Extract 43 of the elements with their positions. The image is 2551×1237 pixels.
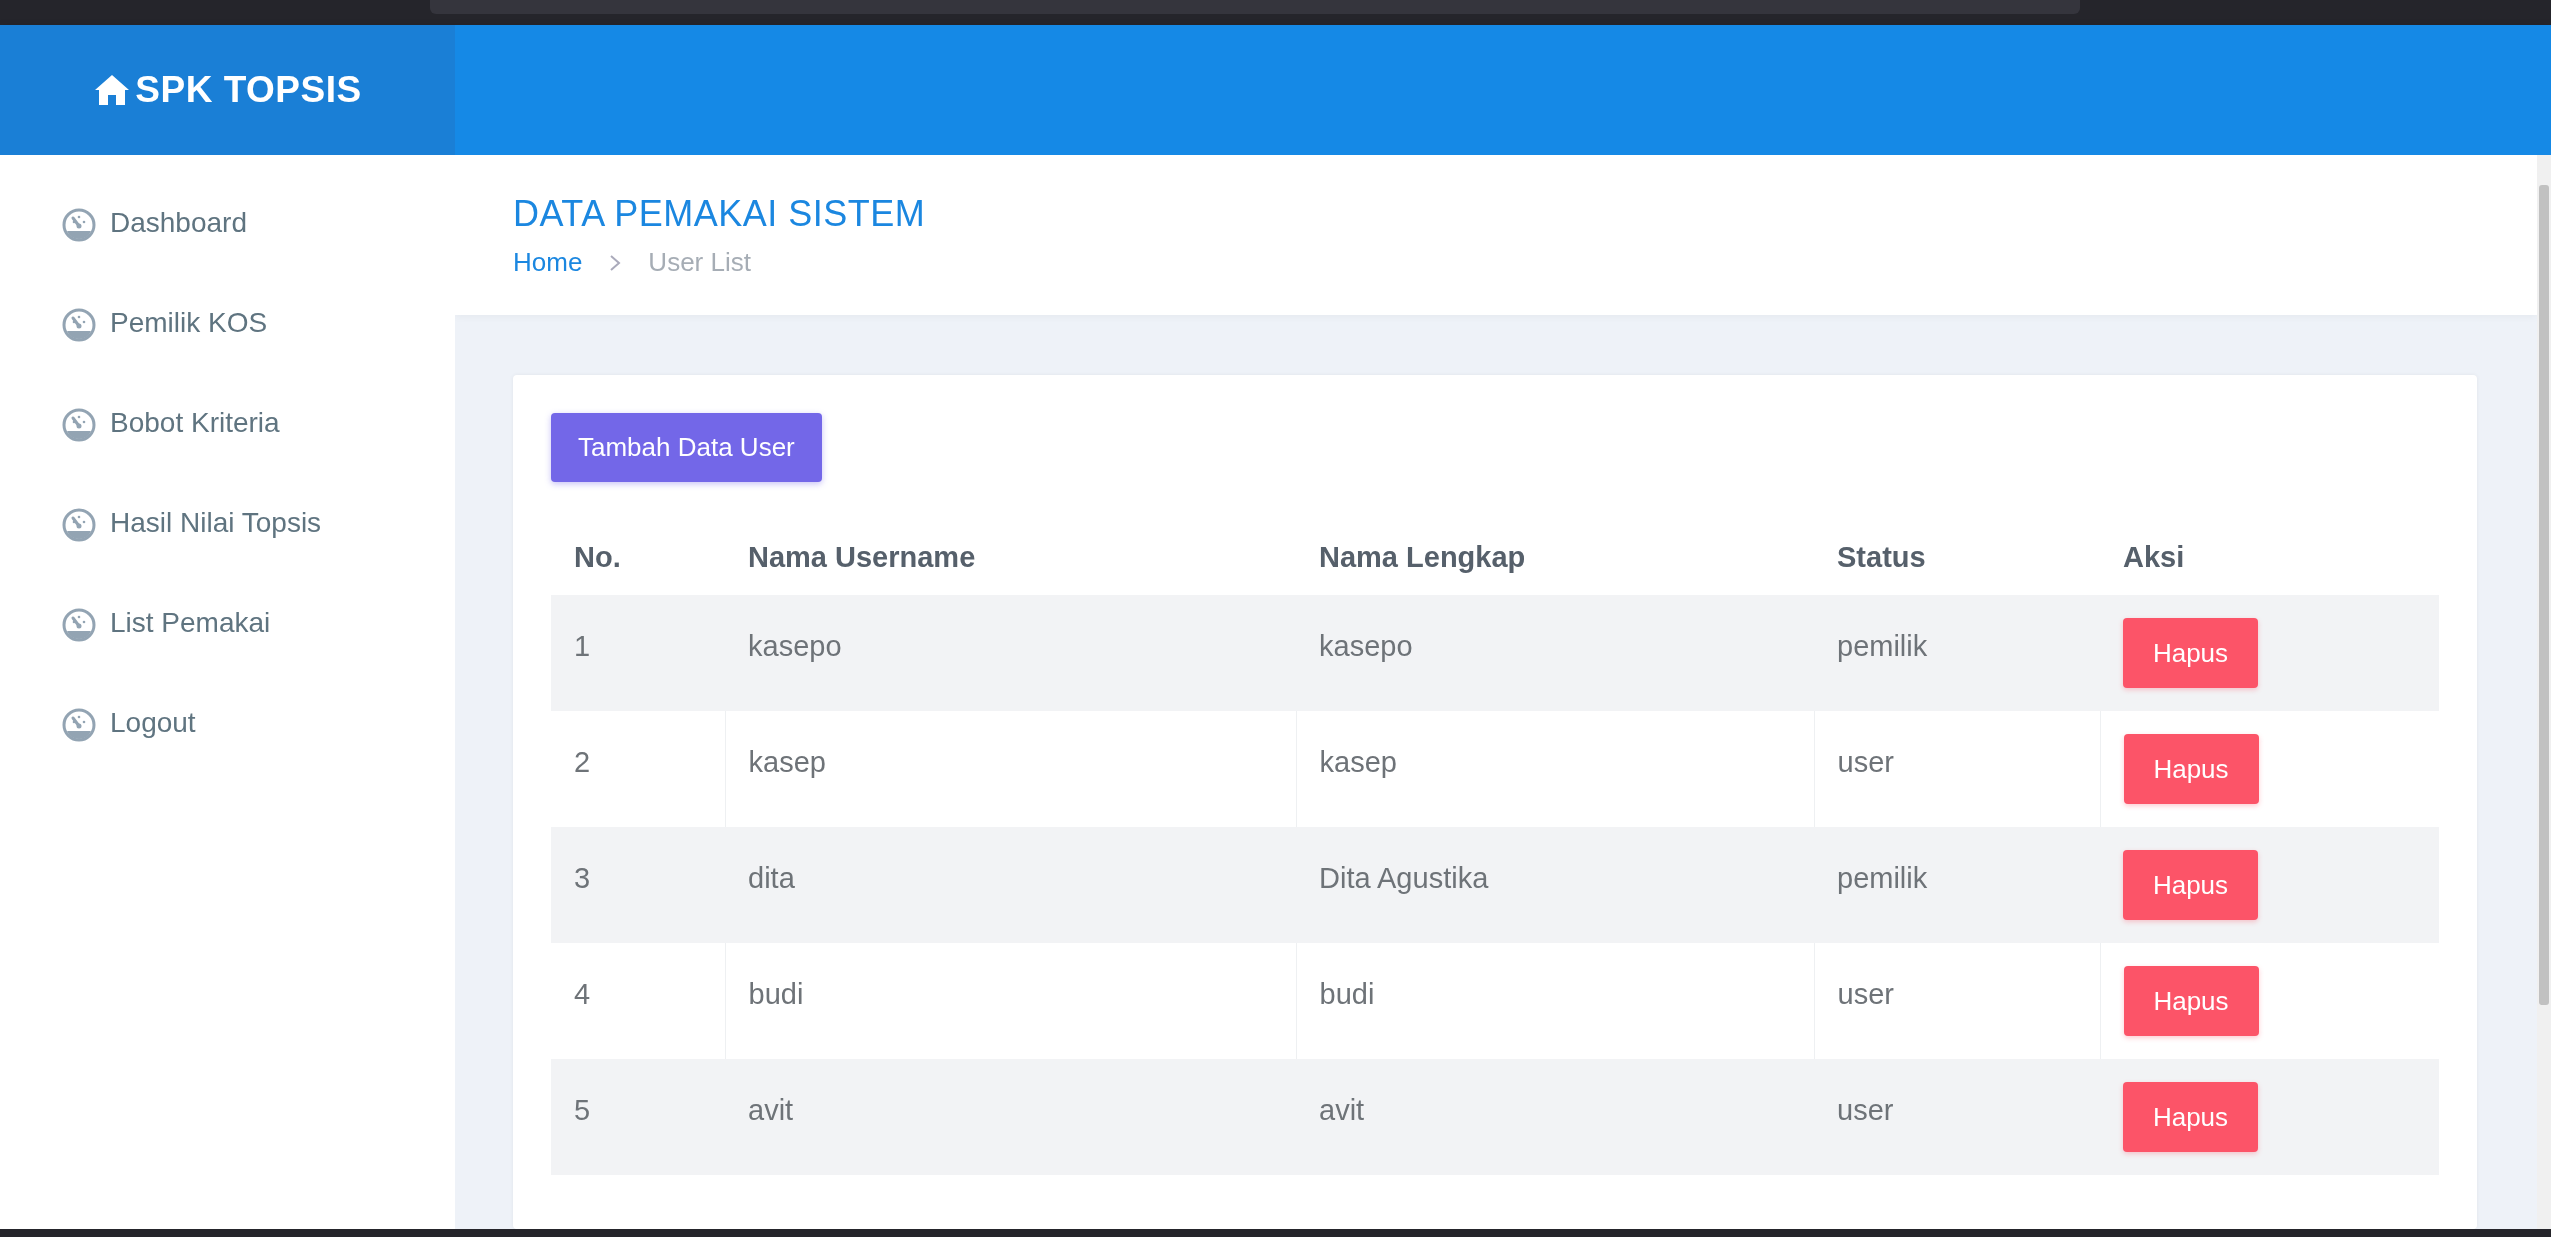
breadcrumb-link[interactable]: Home — [513, 247, 583, 278]
gauge-icon — [62, 608, 96, 642]
sidebar-item[interactable]: Bobot Kriteria — [0, 375, 455, 475]
column-header: Status — [1814, 520, 2100, 595]
table-cell: pemilik — [1814, 827, 2100, 943]
gauge-icon — [62, 508, 96, 542]
breadcrumb-current: User List — [648, 247, 751, 278]
table-cell: 1 — [551, 595, 725, 711]
gauge-icon — [62, 308, 96, 342]
scrollbar[interactable] — [2537, 155, 2551, 1229]
sidebar-item[interactable]: Logout — [0, 675, 455, 775]
brand-title[interactable]: SPK TOPSIS — [135, 69, 362, 111]
table-cell: Dita Agustika — [1296, 827, 1814, 943]
chevron-icon — [608, 252, 623, 273]
column-header: No. — [551, 520, 725, 595]
table-cell: user — [1814, 1059, 2100, 1175]
table-cell: avit — [725, 1059, 1296, 1175]
table-cell: pemilik — [1814, 595, 2100, 711]
gauge-icon — [62, 708, 96, 742]
table-cell: kasepo — [1296, 595, 1814, 711]
delete-button[interactable]: Hapus — [2123, 1082, 2258, 1152]
gauge-icon — [62, 408, 96, 442]
table-cell: 3 — [551, 827, 725, 943]
column-header: Aksi — [2100, 520, 2439, 595]
delete-button[interactable]: Hapus — [2123, 850, 2258, 920]
table-cell: kasepo — [725, 595, 1296, 711]
delete-button[interactable]: Hapus — [2123, 618, 2258, 688]
gauge-icon — [62, 208, 96, 242]
table-cell: dita — [725, 827, 1296, 943]
sidebar-item[interactable]: List Pemakai — [0, 575, 455, 675]
add-user-button[interactable]: Tambah Data User — [551, 413, 822, 482]
sidebar-item[interactable]: Dashboard — [0, 175, 455, 275]
delete-button[interactable]: Hapus — [2123, 966, 2259, 1036]
column-header: Nama Username — [725, 520, 1296, 595]
table-cell: avit — [1296, 1059, 1814, 1175]
table-cell: 5 — [551, 1059, 725, 1175]
table-cell: 4 — [551, 943, 725, 1059]
column-header: Nama Lengkap — [1296, 520, 1814, 595]
table-cell: 2 — [551, 711, 725, 827]
page-title: DATA PEMAKAI SISTEM — [513, 193, 927, 235]
sidebar-item[interactable]: Pemilik KOS — [0, 275, 455, 375]
sidebar-item[interactable]: Hasil Nilai Topsis — [0, 475, 455, 575]
delete-button[interactable]: Hapus — [2123, 734, 2259, 804]
